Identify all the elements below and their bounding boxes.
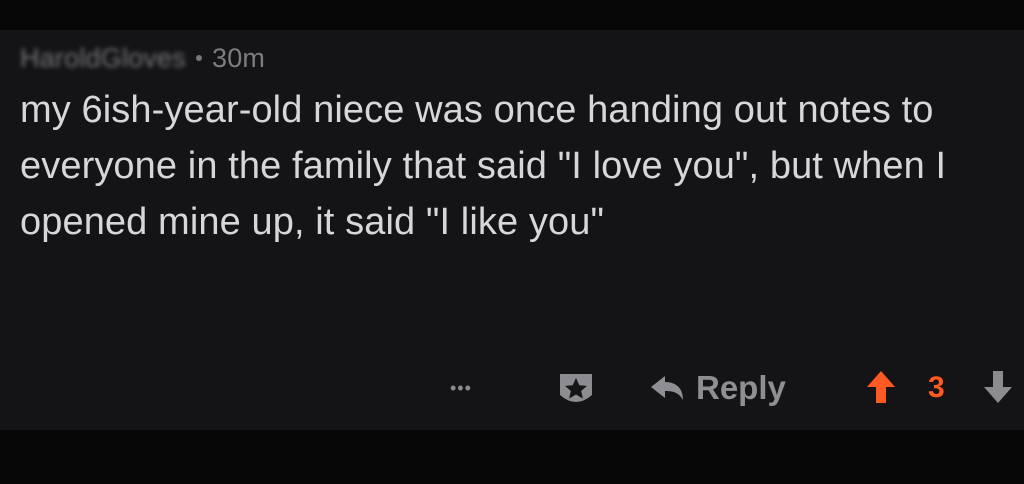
upvote-icon[interactable] — [866, 370, 896, 404]
top-divider — [0, 0, 1024, 30]
award-icon[interactable] — [553, 368, 599, 408]
more-options-button[interactable]: ••• — [450, 378, 472, 399]
comment-meta: HaroldGloves 30m — [20, 38, 265, 78]
meta-separator-dot — [195, 55, 202, 61]
reply-button[interactable]: Reply — [648, 366, 786, 410]
comment-body: my 6ish-year-old niece was once handing … — [20, 89, 947, 243]
bottom-divider — [0, 430, 1024, 484]
reply-label: Reply — [696, 369, 786, 406]
downvote-icon[interactable] — [983, 370, 1013, 404]
vote-score: 3 — [928, 371, 945, 404]
username[interactable]: HaroldGloves — [20, 43, 186, 74]
timestamp: 30m — [211, 42, 266, 73]
reply-arrow-icon — [651, 376, 683, 400]
comment-actions: ••• Reply 3 — [0, 360, 1024, 416]
